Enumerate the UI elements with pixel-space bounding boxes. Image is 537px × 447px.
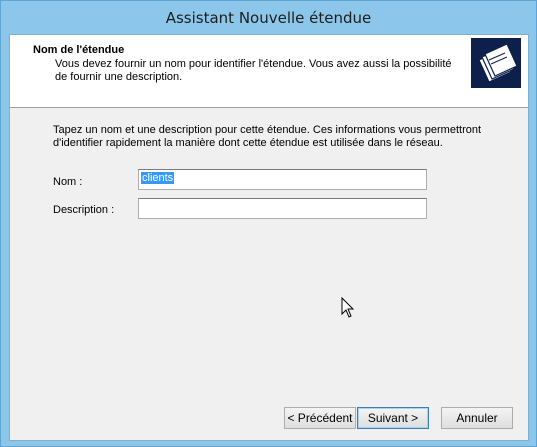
cancel-button[interactable]: Annuler xyxy=(441,407,513,429)
header-description: Vous devez fournir un nom pour identifie… xyxy=(55,58,452,83)
wizard-window: Assistant Nouvelle étendue Nom de l'éten… xyxy=(0,0,537,447)
name-input[interactable]: clients xyxy=(138,169,427,190)
previous-button[interactable]: < Précédent xyxy=(284,407,356,429)
wizard-header: Nom de l'étendue Vous devez fournir un n… xyxy=(10,35,528,108)
mouse-cursor-icon xyxy=(341,296,357,319)
folders-icon xyxy=(471,38,521,88)
description-input[interactable] xyxy=(138,198,427,219)
description-label: Description : xyxy=(53,204,115,216)
header-title: Nom de l'étendue xyxy=(33,44,125,56)
name-input-value: clients xyxy=(141,172,175,184)
wizard-client-area: Nom de l'étendue Vous devez fournir un n… xyxy=(9,34,529,441)
name-label: Nom : xyxy=(53,176,83,188)
window-title: Assistant Nouvelle étendue xyxy=(165,9,372,27)
next-button[interactable]: Suivant > xyxy=(357,407,429,429)
title-bar[interactable]: Assistant Nouvelle étendue xyxy=(1,1,536,34)
intro-text: Tapez un nom et une description pour cet… xyxy=(53,124,482,149)
